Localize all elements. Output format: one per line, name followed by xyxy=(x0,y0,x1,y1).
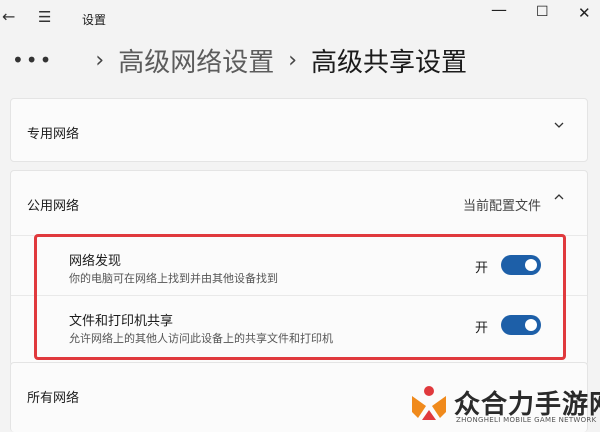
close-button[interactable]: ✕ xyxy=(578,4,591,22)
setting-description: 允许网络上的其他人访问此设备上的共享文件和打印机 xyxy=(69,332,333,345)
site-logo: 众合力手游网 ZHONGHELI MOBILE GAME NETWORK xyxy=(400,378,600,432)
toggle-state-label: 开 xyxy=(475,321,489,336)
section-private-network: 专用网络 xyxy=(10,98,588,162)
section-header-public[interactable]: 公用网络 当前配置文件 xyxy=(11,171,587,235)
breadcrumb-separator-icon: › xyxy=(95,47,105,73)
section-header-private[interactable]: 专用网络 xyxy=(11,99,587,163)
title-bar: ← ☰ 设置 — ☐ ✕ xyxy=(0,0,600,36)
maximize-button[interactable]: ☐ xyxy=(536,4,549,20)
breadcrumb-separator-icon: › xyxy=(288,47,298,73)
network-discovery-toggle[interactable] xyxy=(501,255,541,275)
page-title: 高级共享设置 xyxy=(311,47,468,78)
toggle-knob xyxy=(525,259,537,271)
section-label-all: 所有网络 xyxy=(27,391,80,406)
setting-network-discovery: 网络发现 你的电脑可在网络上找到并由其他设备找到 开 xyxy=(11,235,587,295)
chevron-up-icon xyxy=(553,191,565,207)
file-printer-sharing-toggle[interactable] xyxy=(501,315,541,335)
logo-mark-icon xyxy=(412,386,446,420)
breadcrumb-item-advanced-network[interactable]: 高级网络设置 xyxy=(118,42,274,79)
breadcrumb-overflow-button[interactable]: ••• xyxy=(12,48,53,72)
setting-description: 你的电脑可在网络上找到并由其他设备找到 xyxy=(69,272,278,285)
logo-name-en: ZHONGHELI MOBILE GAME NETWORK xyxy=(456,416,597,424)
setting-file-printer-sharing: 文件和打印机共享 允许网络上的其他人访问此设备上的共享文件和打印机 开 xyxy=(11,295,587,355)
toggle-state-label: 开 xyxy=(475,261,489,276)
chevron-down-icon xyxy=(553,119,565,135)
section-label-private: 专用网络 xyxy=(27,127,80,142)
section-public-network: 公用网络 当前配置文件 网络发现 你的电脑可在网络上找到并由其他设备找到 开 文… xyxy=(10,170,588,366)
section-label-public: 公用网络 xyxy=(27,199,80,214)
minimize-button[interactable]: — xyxy=(491,0,507,19)
current-profile-label: 当前配置文件 xyxy=(462,199,541,214)
window-title: 设置 xyxy=(82,13,107,27)
breadcrumb: ••• › 高级网络设置 › 高级共享设置 xyxy=(12,40,467,80)
setting-title: 网络发现 xyxy=(69,254,122,269)
toggle-knob xyxy=(525,319,537,331)
back-arrow-icon[interactable]: ← xyxy=(2,7,15,26)
hamburger-menu-icon[interactable]: ☰ xyxy=(38,8,51,26)
setting-title: 文件和打印机共享 xyxy=(69,314,174,329)
